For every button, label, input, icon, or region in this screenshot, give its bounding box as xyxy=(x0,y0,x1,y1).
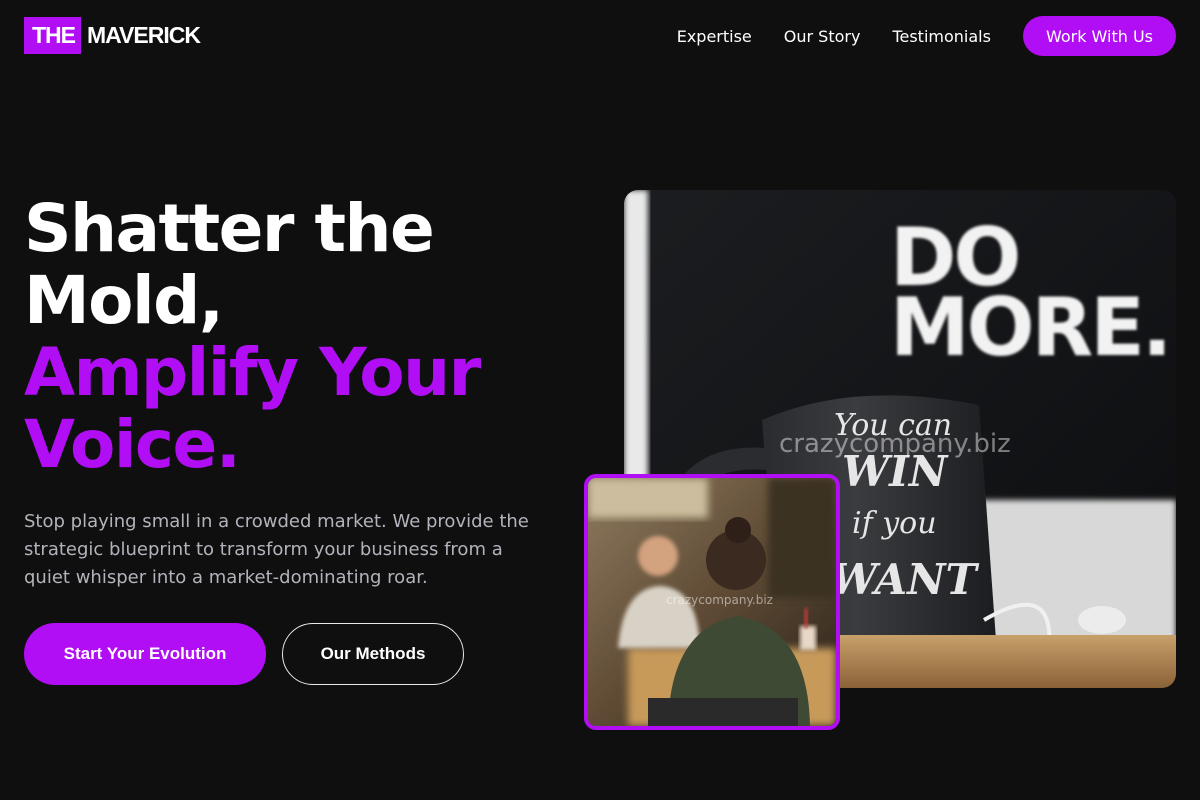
headline-accent-line-1: Amplify Your xyxy=(24,334,481,411)
site-header: THE MAVERICK Expertise Our Story Testimo… xyxy=(0,0,1200,72)
logo-text: MAVERICK xyxy=(87,22,201,48)
image-watermark: crazycompany.biz xyxy=(779,429,1011,459)
nav-link-expertise[interactable]: Expertise xyxy=(677,27,752,46)
hero-photo-meeting: crazycompany.biz xyxy=(584,474,840,730)
mug-line-3: if you xyxy=(852,506,937,541)
logo-highlight: THE xyxy=(24,17,81,54)
landing-page: THE MAVERICK Expertise Our Story Testimo… xyxy=(0,0,1200,800)
hero-description: Stop playing small in a crowded market. … xyxy=(24,511,529,588)
inset-watermark: crazycompany.biz xyxy=(666,593,773,607)
hero-actions: Start Your Evolution Our Methods xyxy=(24,623,464,685)
mug-line-4: WANT xyxy=(830,555,979,604)
nav-link-our-story[interactable]: Our Story xyxy=(784,27,861,46)
meeting-photo-illustration: crazycompany.biz xyxy=(588,478,836,726)
sign-line-2: MORE. xyxy=(890,281,1169,374)
headline-line-2: Mold, xyxy=(24,262,224,339)
our-methods-button[interactable]: Our Methods xyxy=(282,623,464,685)
desk-surface xyxy=(834,635,1176,688)
hero-headline: Shatter the Mold, Amplify Your Voice. xyxy=(24,193,584,481)
nav-link-testimonials[interactable]: Testimonials xyxy=(892,27,991,46)
headline-line-1: Shatter the xyxy=(24,190,435,267)
logo[interactable]: THE MAVERICK xyxy=(24,17,201,54)
work-with-us-button[interactable]: Work With Us xyxy=(1022,16,1176,56)
main-nav: Expertise Our Story Testimonials Work Wi… xyxy=(677,16,1176,56)
start-evolution-button[interactable]: Start Your Evolution xyxy=(24,623,266,685)
headline-accent-line-2: Voice. xyxy=(24,406,241,483)
